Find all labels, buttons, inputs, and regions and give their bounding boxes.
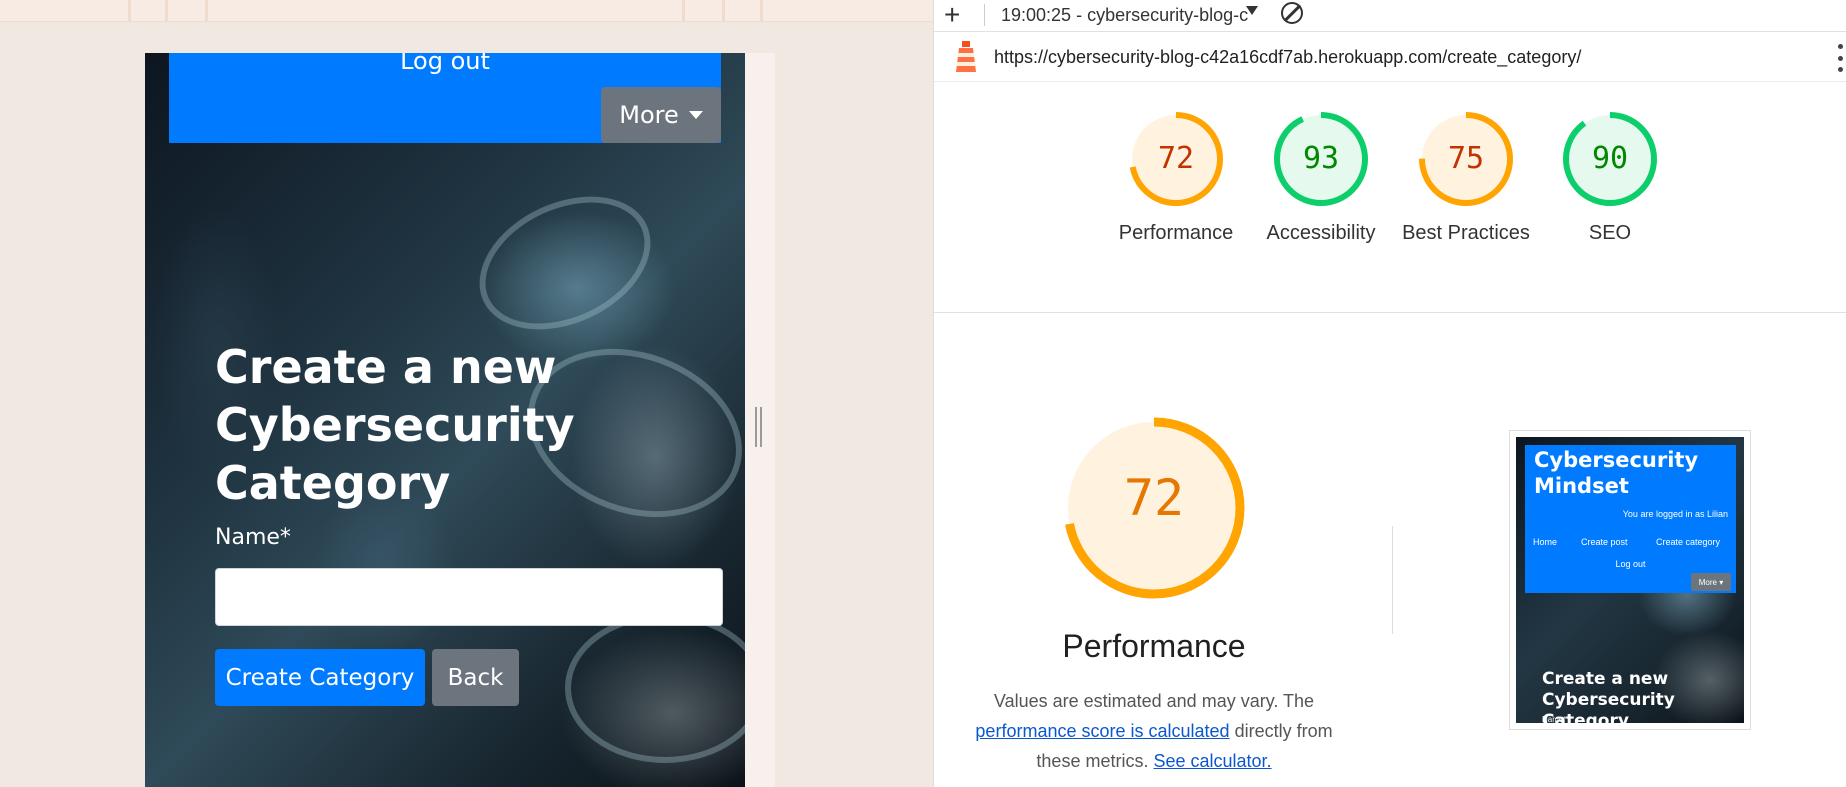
desc-text: Values are estimated and may vary. The xyxy=(993,691,1315,711)
ruler-mark xyxy=(682,0,685,22)
performance-score-large: 72 xyxy=(1123,469,1185,527)
gauge-ring: 72 xyxy=(1127,110,1225,208)
thumbnail-image: Cybersecurity Mindset You are logged in … xyxy=(1516,437,1744,723)
name-input[interactable] xyxy=(215,568,723,626)
ruler-mark xyxy=(128,0,131,22)
name-field-label: Name* xyxy=(215,525,291,550)
vertical-divider xyxy=(1392,526,1393,634)
site-navbar: Log out More xyxy=(169,53,721,143)
thumbnail-nav-create-post: Create post xyxy=(1581,537,1628,547)
gauge-score: 93 xyxy=(1302,141,1340,176)
device-emulation-area: Log out More Create a new Cybersecurity … xyxy=(0,0,933,787)
category-gauge[interactable]: 75 Best Practices xyxy=(1391,110,1541,248)
lighthouse-panel: + 19:00:25 - cybersecurity-blog-c https:… xyxy=(933,0,1846,787)
report-select[interactable]: 19:00:25 - cybersecurity-blog-c xyxy=(1001,5,1259,26)
caret-down-icon xyxy=(688,111,703,119)
gauge-score: 72 xyxy=(1157,141,1195,176)
more-options-icon[interactable] xyxy=(1838,44,1844,72)
plus-icon[interactable]: + xyxy=(944,1,960,29)
lighthouse-toolbar: + 19:00:25 - cybersecurity-blog-c xyxy=(934,0,1846,32)
ruler-mark xyxy=(722,0,725,22)
thumbnail-brand: Cybersecurity Mindset xyxy=(1534,448,1699,498)
gauge-ring: 75 xyxy=(1417,110,1515,208)
more-label: More xyxy=(619,101,679,129)
performance-description: Values are estimated and may vary. The p… xyxy=(954,686,1354,776)
toolbar-divider xyxy=(984,4,985,26)
device-ruler xyxy=(0,0,933,22)
category-gauge[interactable]: 93 Accessibility xyxy=(1246,110,1396,248)
thumbnail-more-button: More ▾ xyxy=(1691,573,1731,591)
thumbnail-name-label: Name* xyxy=(1542,715,1567,723)
report-url: https://cybersecurity-blog-c42a16cdf7ab.… xyxy=(994,47,1582,67)
background-decoration xyxy=(565,613,745,763)
dropdown-arrow-icon[interactable] xyxy=(1246,6,1258,15)
category-gauge[interactable]: 72 Performance xyxy=(1101,110,1251,248)
gauge-score: 90 xyxy=(1591,141,1629,176)
block-icon[interactable] xyxy=(1281,2,1303,24)
page-screenshot-thumbnail[interactable]: Cybersecurity Mindset You are logged in … xyxy=(1509,430,1751,730)
back-button[interactable]: Back xyxy=(432,649,519,706)
more-dropdown-button[interactable]: More xyxy=(601,87,721,143)
ruler-mark xyxy=(760,0,763,22)
gauge-label: SEO xyxy=(1588,222,1632,244)
page-title: Create a new Cybersecurity Category xyxy=(215,340,575,510)
gauge-ring: 93 xyxy=(1272,110,1370,208)
category-gauge[interactable]: 90 SEO xyxy=(1535,110,1685,248)
score-calculated-link[interactable]: performance score is calculated xyxy=(975,721,1229,741)
device-viewport: Log out More Create a new Cybersecurity … xyxy=(145,53,745,787)
logout-link[interactable]: Log out xyxy=(169,53,721,75)
gauge-score: 75 xyxy=(1447,141,1485,176)
gauge-label: Accessibility xyxy=(1266,222,1376,244)
ruler-mark xyxy=(165,0,168,22)
background-decoration xyxy=(458,170,672,356)
thumbnail-nav-home: Home xyxy=(1533,537,1558,547)
lighthouse-icon xyxy=(956,41,976,72)
ruler-mark xyxy=(205,0,208,22)
resize-handle[interactable] xyxy=(755,407,762,447)
gauge-label: Performance xyxy=(1118,222,1234,244)
performance-title: Performance xyxy=(1062,628,1246,664)
thumbnail-user-text: You are logged in as Lilian xyxy=(1622,509,1728,519)
thumbnail-nav-create-category: Create category xyxy=(1656,537,1721,547)
section-divider xyxy=(934,312,1846,313)
gauge-ring: 90 xyxy=(1561,110,1659,208)
thumbnail-nav-logout: Log out xyxy=(1615,559,1646,569)
report-url-bar: https://cybersecurity-blog-c42a16cdf7ab.… xyxy=(934,34,1846,82)
see-calculator-link[interactable]: See calculator. xyxy=(1153,751,1271,771)
gauge-label: Best Practices xyxy=(1402,222,1530,244)
create-category-button[interactable]: Create Category xyxy=(215,649,425,706)
thumbnail-title: Create a new Cybersecurity Category xyxy=(1542,669,1675,723)
thumbnail-navbar: Cybersecurity Mindset You are logged in … xyxy=(1525,445,1736,593)
